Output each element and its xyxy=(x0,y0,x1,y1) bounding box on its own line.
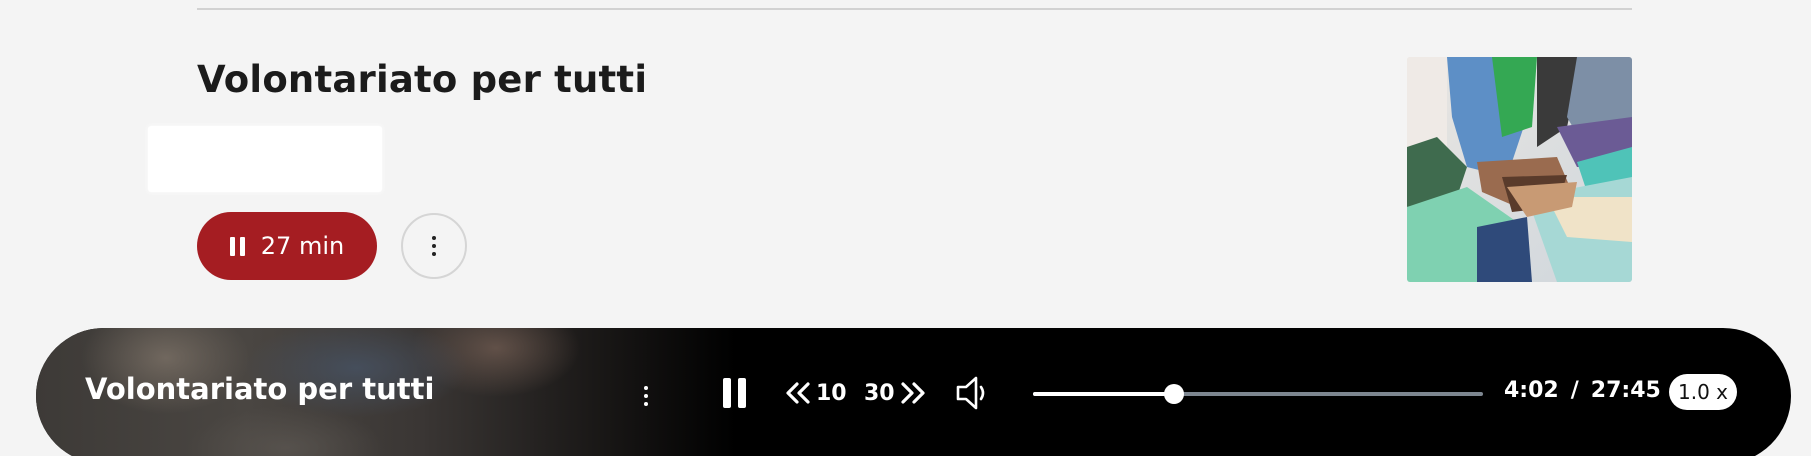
progress-slider[interactable] xyxy=(1033,382,1483,406)
progress-fill xyxy=(1033,392,1174,396)
total-time: 27:45 xyxy=(1590,378,1661,403)
current-time: 4:02 xyxy=(1504,378,1559,403)
audio-player-bar: Volontariato per tutti 10 30 4:02 / 27:4… xyxy=(36,328,1791,456)
playback-speed-button[interactable]: 1.0 x xyxy=(1669,374,1737,410)
pause-icon-bar xyxy=(722,378,731,408)
divider xyxy=(197,8,1632,10)
placeholder-box xyxy=(148,126,382,192)
pause-icon-bar xyxy=(737,378,746,408)
forward-chevrons-icon xyxy=(901,382,925,404)
volume-button[interactable] xyxy=(954,373,994,413)
forward-label: 30 xyxy=(864,380,895,406)
play-pause-button[interactable]: 27 min xyxy=(197,212,377,280)
player-more-button[interactable] xyxy=(636,378,656,414)
rewind-chevrons-icon xyxy=(786,382,810,404)
episode-title: Volontariato per tutti xyxy=(197,58,648,101)
forward-button[interactable]: 30 xyxy=(864,376,927,410)
more-vertical-icon xyxy=(644,386,648,406)
duration-label: 27 min xyxy=(260,232,345,260)
pause-icon xyxy=(229,236,245,256)
rewind-button[interactable]: 10 xyxy=(784,376,847,410)
hands-stacked-image xyxy=(1407,57,1632,282)
progress-handle[interactable] xyxy=(1163,384,1184,404)
more-vertical-icon xyxy=(432,236,436,256)
volume-icon xyxy=(956,376,985,410)
rewind-label: 10 xyxy=(816,380,847,406)
time-separator: / xyxy=(1570,378,1579,403)
episode-thumbnail xyxy=(1407,57,1632,282)
time-display: 4:02 / 27:45 xyxy=(1504,378,1661,403)
player-title: Volontariato per tutti xyxy=(85,372,435,406)
page: Volontariato per tutti 27 min Volontaria… xyxy=(0,0,1811,456)
player-pause-button[interactable] xyxy=(716,373,752,413)
more-options-button[interactable] xyxy=(401,213,467,279)
